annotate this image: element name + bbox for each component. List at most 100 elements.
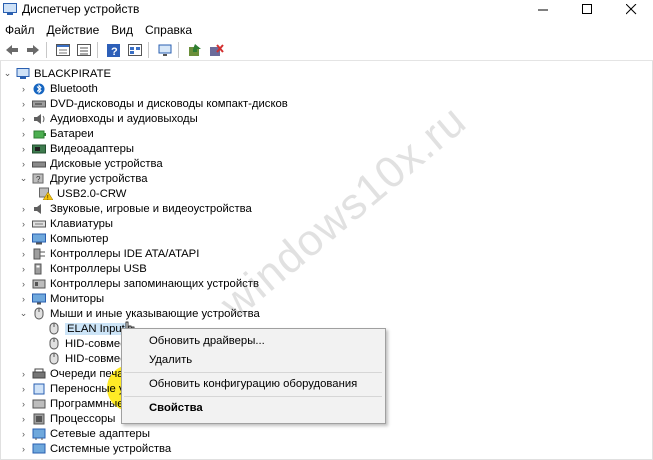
properties-button[interactable] — [54, 42, 72, 58]
usb-icon — [32, 263, 46, 275]
tree-item-elan-input[interactable]: ELAN Input — [47, 321, 127, 336]
battery-icon — [32, 128, 46, 140]
tree-item-label: Процессоры — [50, 412, 116, 425]
tree-item-disk-drives[interactable]: › Дисковые устройства — [19, 156, 163, 171]
computer-icon — [32, 233, 46, 245]
chevron-right-icon[interactable]: › — [19, 159, 28, 169]
chevron-right-icon[interactable]: › — [19, 414, 28, 424]
video-adapter-icon — [32, 143, 46, 155]
menu-separator — [124, 372, 382, 373]
back-icon — [6, 45, 18, 55]
toolbar-separator — [97, 42, 98, 58]
menu-properties[interactable]: Свойства — [149, 402, 203, 414]
tree-item-audio-io[interactable]: › Аудиовходы и аудиовыходы — [19, 111, 198, 126]
menu-file[interactable]: Файл — [0, 23, 41, 37]
tree-item-label: Дисковые устройства — [50, 157, 163, 170]
menu-update-drivers[interactable]: Обновить драйверы... — [149, 335, 265, 347]
tree-item-label: Системные устройства — [50, 442, 172, 455]
chevron-down-icon[interactable]: ⌄ — [19, 173, 28, 183]
back-button[interactable] — [3, 42, 21, 58]
tree-item-bluetooth[interactable]: › Bluetooth — [19, 81, 98, 96]
tree-item-mice[interactable]: ⌄ Мыши и иные указывающие устройства — [19, 306, 260, 321]
tree-item-usb-controllers[interactable]: › Контроллеры USB — [19, 261, 147, 276]
tree-item-label: Контроллеры запоминающих устройств — [50, 277, 259, 290]
chevron-right-icon[interactable]: › — [19, 219, 28, 229]
chevron-right-icon[interactable]: › — [19, 249, 28, 259]
menu-action[interactable]: Действие — [41, 23, 106, 37]
tree-root[interactable]: ⌄ BLACKPIRATE — [3, 66, 111, 81]
tree-item-label: Видеоадаптеры — [50, 142, 135, 155]
update-driver-icon — [188, 43, 201, 56]
chevron-right-icon[interactable]: › — [19, 99, 28, 109]
maximize-icon — [581, 3, 592, 14]
monitor-icon — [158, 44, 171, 56]
tree-item-hid-1[interactable]: HID-совмес — [47, 336, 126, 351]
disable-device-button[interactable] — [207, 42, 225, 58]
speaker-icon — [32, 113, 46, 125]
chevron-right-icon[interactable]: › — [19, 129, 28, 139]
maximize-button[interactable] — [565, 0, 609, 18]
menu-view[interactable]: Вид — [105, 23, 139, 37]
tree-item-print-queues[interactable]: › Очереди печат — [19, 366, 128, 381]
help-button[interactable]: ? — [105, 42, 123, 58]
tree-item-video-adapters[interactable]: › Видеоадаптеры — [19, 141, 134, 156]
chevron-right-icon[interactable]: › — [19, 399, 28, 409]
minimize-icon — [537, 9, 548, 10]
chevron-right-icon[interactable]: › — [19, 444, 28, 454]
chevron-right-icon[interactable]: › — [19, 144, 28, 154]
forward-button[interactable] — [24, 42, 42, 58]
chevron-right-icon[interactable]: › — [19, 429, 28, 439]
tree-item-keyboards[interactable]: › Клавиатуры — [19, 216, 113, 231]
mouse-icon — [47, 337, 61, 350]
close-button[interactable] — [609, 0, 653, 18]
bluetooth-icon — [32, 83, 46, 95]
toolbar-separator — [46, 42, 47, 58]
menu-scan-hardware[interactable]: Обновить конфигурацию оборудования — [149, 378, 357, 390]
tree-item-usb2-crw[interactable]: ! USB2.0-CRW — [35, 186, 126, 201]
chevron-down-icon[interactable]: ⌄ — [19, 308, 28, 318]
update-driver-button[interactable] — [186, 42, 204, 58]
tree-item-system-devices[interactable]: › Системные устройства — [19, 441, 171, 456]
monitor-icon — [32, 293, 46, 305]
view-button[interactable] — [126, 42, 144, 58]
tree-item-label: HID-совмес — [65, 352, 126, 365]
tree-item-processors[interactable]: › Процессоры — [19, 411, 115, 426]
title-bar: Диспетчер устройств — [0, 0, 653, 18]
chevron-right-icon[interactable]: › — [19, 234, 28, 244]
chevron-right-icon[interactable]: › — [19, 204, 28, 214]
chevron-right-icon[interactable]: › — [19, 294, 28, 304]
svg-text:?: ? — [36, 175, 41, 184]
tree-item-storage-controllers[interactable]: › Контроллеры запоминающих устройств — [19, 276, 259, 291]
chevron-right-icon[interactable]: › — [19, 369, 28, 379]
tree-item-other-devices[interactable]: ⌄ ? Другие устройства — [19, 171, 148, 186]
list-view-button[interactable] — [75, 42, 93, 58]
tree-item-dvd[interactable]: › DVD-дисководы и дисководы компакт-диск… — [19, 96, 288, 111]
chevron-down-icon[interactable]: ⌄ — [3, 68, 12, 78]
tree-item-ide-controllers[interactable]: › Контроллеры IDE ATA/ATAPI — [19, 246, 199, 261]
tree-item-sound-video-game[interactable]: › Звуковые, игровые и видеоустройства — [19, 201, 252, 216]
keyboard-icon — [32, 218, 46, 230]
chevron-right-icon[interactable]: › — [19, 384, 28, 394]
monitor-button[interactable] — [156, 42, 174, 58]
mouse-icon — [32, 307, 46, 320]
chevron-right-icon[interactable]: › — [19, 84, 28, 94]
tree-item-batteries[interactable]: › Батареи — [19, 126, 94, 141]
minimize-button[interactable] — [521, 0, 565, 18]
menu-remove-device[interactable]: Удалить — [149, 354, 192, 366]
tree-root-label: BLACKPIRATE — [34, 67, 112, 80]
tree-item-monitors[interactable]: › Мониторы — [19, 291, 104, 306]
tree-item-portable-devices[interactable]: › Переносные ус — [19, 381, 130, 396]
tree-item-software[interactable]: › Программные — [19, 396, 124, 411]
chevron-right-icon[interactable]: › — [19, 279, 28, 289]
chevron-right-icon[interactable]: › — [19, 264, 28, 274]
tree-item-label: ELAN Input — [65, 322, 127, 335]
tree-item-network-adapters[interactable]: › Сетевые адаптеры — [19, 426, 150, 441]
chevron-right-icon[interactable]: › — [19, 114, 28, 124]
tree-item-label: Клавиатуры — [50, 217, 114, 230]
tree-item-computer[interactable]: › Компьютер — [19, 231, 108, 246]
processor-icon — [32, 413, 46, 425]
computer-icon — [16, 67, 30, 80]
menu-help[interactable]: Справка — [139, 23, 198, 37]
tree-item-label: Звуковые, игровые и видеоустройства — [50, 202, 252, 215]
tree-item-hid-2[interactable]: HID-совмес — [47, 351, 126, 366]
